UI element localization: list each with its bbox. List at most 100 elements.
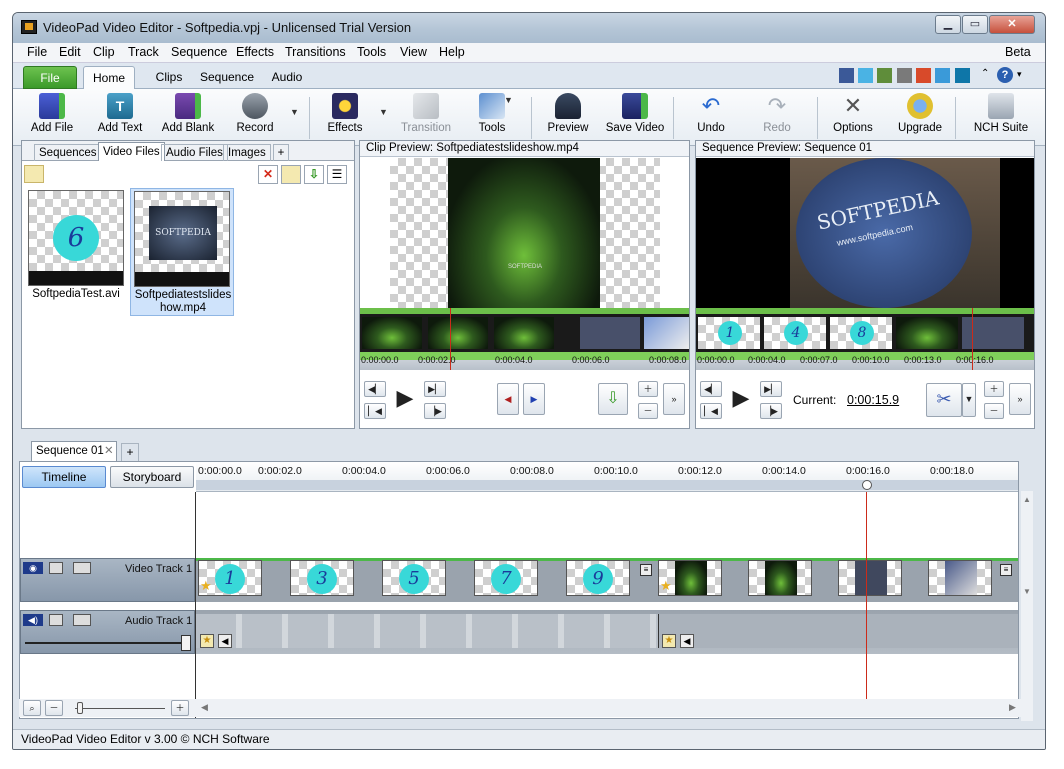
timeline-ruler[interactable]: 0:00:00.0 0:00:02.0 0:00:04.0 0:00:06.0 … [196, 462, 1018, 492]
record-dropdown-icon[interactable]: ▼ [290, 107, 299, 117]
sequence-time-ruler[interactable]: 0:00:00.0 0:00:04.0 0:00:07.0 0:00:10.0 … [696, 352, 1034, 370]
timeline-clip[interactable] [748, 560, 812, 596]
list-item[interactable]: SOFTPEDIA Softpediatestslideshow.mp4 [130, 188, 234, 316]
step-forward-button[interactable]: ▶▏ [424, 381, 446, 397]
tab-sequence-01[interactable]: Sequence 01 ✕ [31, 441, 117, 461]
close-button[interactable]: ✕ [989, 15, 1035, 34]
storyboard-view-button[interactable]: Storyboard [110, 466, 194, 488]
clip-menu-icon[interactable]: ≡ [640, 564, 652, 576]
speaker-icon[interactable]: ◀) [23, 614, 43, 626]
redo-button[interactable]: ↷ Redo [755, 91, 799, 143]
volume-slider-handle[interactable] [181, 635, 191, 651]
effects-star-icon[interactable]: ★ [662, 634, 676, 648]
add-text-button[interactable]: T Add Text [95, 91, 145, 143]
video-track-lane[interactable]: 1 ★ 3 5 7 9 ≡ ★ ≡ [196, 558, 1018, 602]
list-view-icon[interactable]: ☰ [327, 165, 347, 184]
zoom-out-icon[interactable]: － [45, 700, 63, 716]
timeline-vertical-scrollbar[interactable]: ▲ ▼ [1021, 491, 1033, 721]
collapse-track-icon[interactable] [73, 614, 91, 626]
play-button[interactable]: ▶ [726, 383, 756, 417]
tools-dropdown-icon[interactable]: ▼ [504, 95, 513, 105]
scroll-right-icon[interactable]: ▶ [1009, 702, 1016, 713]
help-icon[interactable]: ? [997, 67, 1013, 83]
folder-up-icon[interactable] [24, 165, 44, 183]
play-button[interactable]: ▶ [390, 383, 420, 417]
menu-view[interactable]: View [400, 45, 427, 59]
place-in-sequence-button[interactable]: ⇩ [598, 383, 628, 415]
go-to-start-button[interactable]: ▏◀ [700, 403, 722, 419]
effects-star-icon[interactable]: ★ [200, 634, 214, 648]
stumble-icon[interactable] [935, 68, 950, 83]
step-forward-button[interactable]: ▶▏ [760, 381, 782, 397]
upgrade-button[interactable]: Upgrade [893, 91, 947, 143]
tab-audio-files[interactable]: Audio Files [161, 144, 228, 161]
current-time-value[interactable]: 0:00:15.9 [847, 393, 899, 407]
menu-help[interactable]: Help [439, 45, 465, 59]
zoom-out-icon[interactable]: － [638, 403, 658, 419]
clip-playhead[interactable] [450, 308, 451, 370]
menu-clip[interactable]: Clip [93, 45, 115, 59]
mute-icon[interactable]: ◀ [680, 634, 694, 648]
menu-tools[interactable]: Tools [357, 45, 386, 59]
nch-suite-button[interactable]: NCH Suite [969, 91, 1033, 143]
share-icon[interactable] [897, 68, 912, 83]
split-dropdown-icon[interactable]: ▼ [962, 383, 976, 417]
zoom-in-icon[interactable]: ＋ [984, 381, 1004, 397]
menu-transitions[interactable]: Transitions [285, 45, 346, 59]
digg-icon[interactable] [916, 68, 931, 83]
timeline-clip[interactable] [928, 560, 992, 596]
tab-images[interactable]: Images [223, 144, 271, 161]
playhead-handle[interactable] [862, 480, 872, 490]
go-to-end-button[interactable]: ▕▶ [760, 403, 782, 419]
tab-file[interactable]: File [23, 66, 77, 89]
volume-slider[interactable] [25, 642, 181, 644]
mute-icon[interactable]: ◀ [218, 634, 232, 648]
tab-home[interactable]: Home [83, 66, 135, 90]
audio-track-lane[interactable]: ★ ◀ ★ ◀ [196, 610, 1018, 654]
menu-file[interactable]: File [27, 45, 47, 59]
more-controls-button[interactable]: » [1009, 383, 1031, 415]
more-controls-button[interactable]: » [663, 383, 685, 415]
minimize-button[interactable]: ▁ [935, 15, 961, 34]
list-item[interactable]: 6 SoftpediaTest.avi [28, 190, 128, 308]
transition-button[interactable]: Transition [397, 91, 455, 143]
effects-star-icon[interactable]: ★ [200, 578, 212, 594]
add-sequence-tab-button[interactable]: + [121, 443, 139, 461]
menu-effects[interactable]: Effects [236, 45, 274, 59]
step-back-button[interactable]: ◀▏ [700, 381, 722, 397]
menu-track[interactable]: Track [128, 45, 159, 59]
effects-star-icon[interactable]: ★ [660, 578, 672, 594]
options-button[interactable]: ✕ Options [827, 91, 879, 143]
help-dropdown-icon[interactable]: ▾ [1017, 69, 1022, 80]
timeline-view-button[interactable]: Timeline [22, 466, 106, 488]
timeline-clip[interactable]: 9 [566, 560, 630, 596]
zoom-fit-icon[interactable]: ⌕ [23, 700, 41, 716]
timeline-clip[interactable]: 1 ★ [198, 560, 262, 596]
timeline-clip[interactable]: 5 [382, 560, 446, 596]
zoom-out-icon[interactable]: － [984, 403, 1004, 419]
add-blank-button[interactable]: Add Blank [161, 91, 215, 143]
timeline-clip[interactable]: 7 [474, 560, 538, 596]
tab-video-files[interactable]: Video Files [98, 142, 165, 161]
scroll-up-icon[interactable]: ▲ [1023, 495, 1031, 504]
linkedin-icon[interactable] [955, 68, 970, 83]
facebook-icon[interactable] [839, 68, 854, 83]
save-video-button[interactable]: Save Video [605, 91, 665, 143]
zoom-in-icon[interactable]: ＋ [638, 381, 658, 397]
tab-clips[interactable]: Clips [149, 66, 189, 89]
timeline-clip[interactable]: 3 [290, 560, 354, 596]
mark-in-button[interactable]: ◀ [497, 383, 519, 415]
split-scissors-button[interactable]: ✂ [926, 383, 962, 417]
delete-icon[interactable]: ✕ [258, 165, 278, 184]
new-folder-icon[interactable] [281, 165, 301, 184]
sequence-playhead[interactable] [972, 308, 973, 370]
add-file-button[interactable]: Add File [27, 91, 77, 143]
record-button[interactable]: Record [231, 91, 279, 143]
tab-sequence[interactable]: Sequence [199, 66, 255, 89]
lock-icon[interactable] [49, 562, 63, 574]
zoom-slider[interactable] [75, 708, 165, 709]
preview-button[interactable]: Preview [543, 91, 593, 143]
add-bin-tab-button[interactable]: + [273, 144, 289, 161]
zoom-slider-handle[interactable] [77, 702, 83, 714]
maximize-button[interactable]: ▭ [962, 15, 988, 34]
